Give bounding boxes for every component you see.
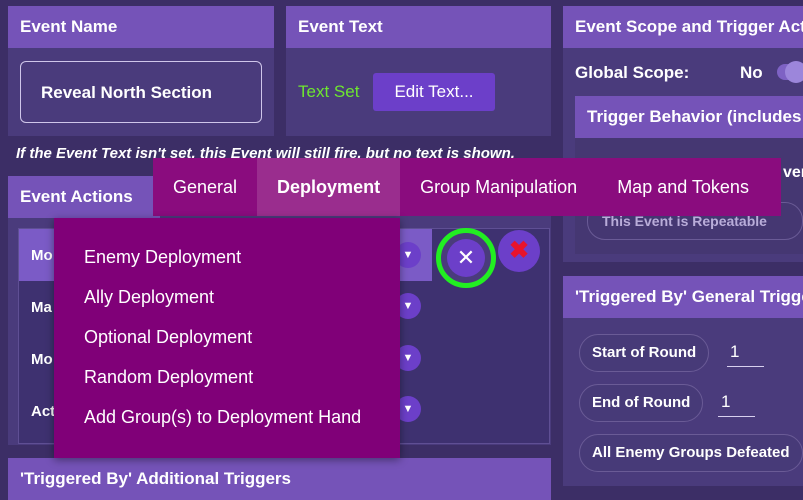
- scope-panel: Event Scope and Trigger Activ Global Sco…: [563, 6, 803, 262]
- close-button[interactable]: ✕: [436, 228, 496, 288]
- event-name-header: Event Name: [8, 6, 274, 48]
- edit-text-button[interactable]: Edit Text...: [373, 73, 495, 111]
- tab-general[interactable]: General: [153, 158, 257, 216]
- text-set-status: Text Set: [298, 82, 360, 101]
- tab-map-and-tokens[interactable]: Map and Tokens: [597, 158, 769, 216]
- triggered-general-header: 'Triggered By' General Trigger: [563, 276, 803, 318]
- event-actions-header: Event Actions: [8, 176, 160, 218]
- event-name-input[interactable]: Reveal North Section: [20, 61, 262, 123]
- triggered-additional-panel: 'Triggered By' Additional Triggers: [8, 458, 551, 500]
- action-row-label: Mo: [31, 351, 53, 368]
- global-scope-toggle-knob: [785, 61, 803, 83]
- event-text-header: Event Text: [286, 6, 551, 48]
- global-scope-label: Global Scope:: [575, 63, 690, 82]
- menu-item-ally-deployment[interactable]: Ally Deployment: [84, 287, 214, 308]
- triggered-additional-header: 'Triggered By' Additional Triggers: [8, 458, 551, 500]
- scope-header: Event Scope and Trigger Activ: [563, 6, 803, 48]
- menu-item-optional-deployment[interactable]: Optional Deployment: [84, 327, 252, 348]
- event-name-panel: Event Name Reveal North Section: [8, 6, 274, 136]
- menu-item-add-groups-to-deployment-hand[interactable]: Add Group(s) to Deployment Hand: [84, 407, 361, 428]
- end-of-round-trigger[interactable]: End of Round: [579, 384, 704, 422]
- tab-deployment[interactable]: Deployment: [257, 158, 401, 216]
- trigger-behavior-header: Trigger Behavior (includes 'A: [575, 96, 803, 138]
- red-x-icon: ✖: [508, 237, 530, 264]
- start-of-round-input[interactable]: 1: [727, 342, 764, 367]
- action-row-label: Ma: [31, 299, 52, 316]
- action-row-label: Mo: [31, 247, 53, 264]
- remove-button[interactable]: ✖: [498, 230, 540, 272]
- menu-item-random-deployment[interactable]: Random Deployment: [84, 367, 253, 388]
- event-text-panel: Event Text Text Set Edit Text...: [286, 6, 551, 136]
- deployment-menu: Enemy Deployment Ally Deployment Optiona…: [54, 218, 400, 458]
- x-icon: ✕: [447, 239, 485, 277]
- tab-group-manipulation[interactable]: Group Manipulation: [400, 158, 597, 216]
- action-row-label: Act: [31, 403, 56, 420]
- start-of-round-trigger[interactable]: Start of Round: [579, 334, 710, 372]
- triggered-general-panel: 'Triggered By' General Trigger Start of …: [563, 276, 803, 486]
- menu-item-enemy-deployment[interactable]: Enemy Deployment: [84, 247, 241, 268]
- action-category-tabs: General Deployment Group Manipulation Ma…: [153, 158, 781, 216]
- end-of-round-input[interactable]: 1: [718, 392, 755, 417]
- global-scope-value: No: [740, 63, 763, 82]
- trigger-behavior-partial-text: ver: [783, 164, 803, 181]
- all-enemy-groups-defeated-trigger[interactable]: All Enemy Groups Defeated: [579, 434, 803, 472]
